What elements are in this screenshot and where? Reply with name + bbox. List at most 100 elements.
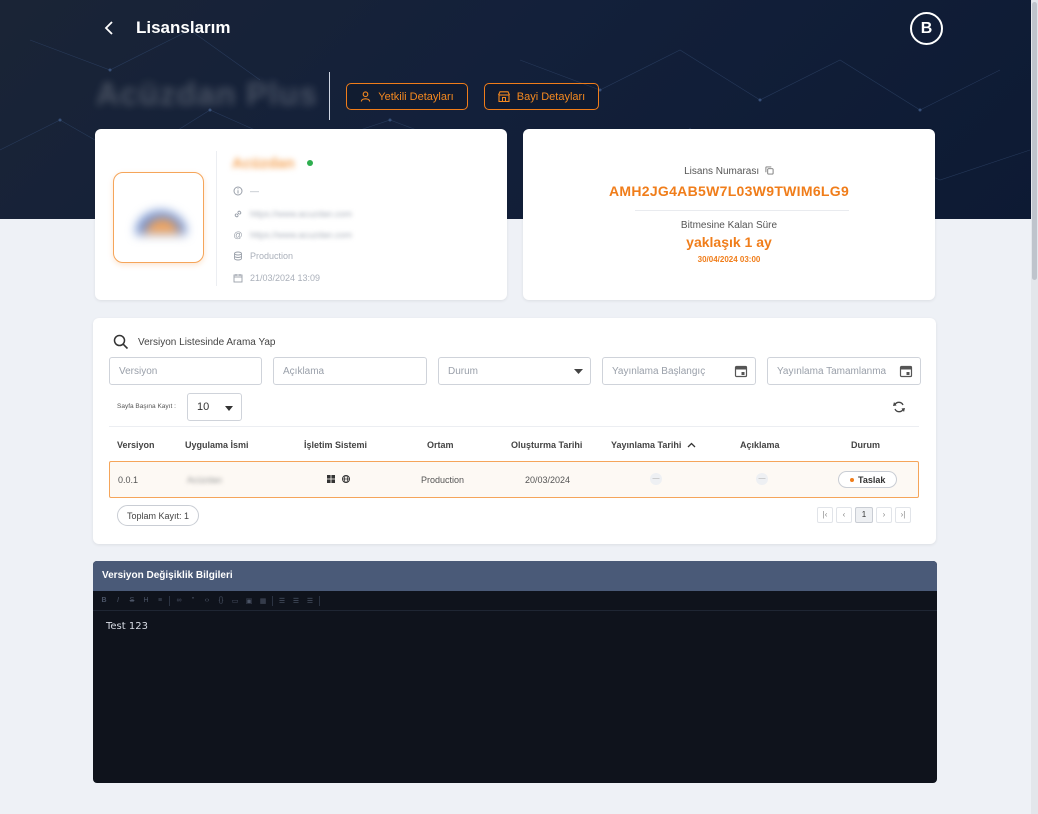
task-list-icon[interactable]: ☰ [305, 597, 315, 605]
info-row-website: https://www.acuzdan.com [233, 209, 352, 219]
chevron-left-icon [104, 21, 113, 35]
divider [635, 210, 849, 211]
search-title-label: Versiyon Listesinde Arama Yap [138, 336, 276, 348]
app-info-card: Acüzdan — https://www.acuzdan.com @ http… [95, 129, 507, 300]
calendar-icon[interactable] [899, 364, 913, 378]
link-icon[interactable]: ∞ [174, 597, 184, 604]
app-description: — [250, 186, 259, 196]
heading-icon[interactable]: H [141, 597, 151, 604]
caret-down-icon [225, 406, 233, 411]
online-status-dot [307, 160, 313, 166]
at-icon: @ [233, 230, 243, 240]
info-row-created: 21/03/2024 13:09 [233, 273, 320, 283]
column-header-status[interactable]: Durum [851, 440, 880, 450]
search-icon [113, 334, 129, 350]
next-page-button[interactable]: › [876, 507, 892, 523]
app-logo-image [136, 210, 186, 235]
column-header-published[interactable]: Yayınlama Tarihi [611, 440, 696, 450]
license-number-label-row: Lisans Numarası [523, 166, 935, 177]
description-search-input[interactable]: Açıklama [273, 357, 427, 385]
publish-start-placeholder: Yayınlama Başlangıç [612, 365, 706, 377]
divider [216, 151, 217, 286]
toolbar-separator [272, 595, 273, 606]
remaining-time-value: yaklaşık 1 ay [686, 234, 772, 250]
app-environment: Production [250, 251, 294, 261]
avatar[interactable]: B [910, 12, 943, 45]
column-header-app-name[interactable]: Uygulama İsmi [185, 440, 249, 450]
store-icon [497, 91, 510, 102]
search-title: Versiyon Listesinde Arama Yap [113, 334, 276, 350]
ordered-list-icon[interactable]: ☰ [291, 597, 301, 605]
italic-icon[interactable]: I [113, 597, 123, 604]
info-row-email: @ https://www.acuzdan.com [233, 230, 352, 240]
app-created-date: 21/03/2024 13:09 [250, 273, 321, 283]
copy-icon[interactable] [765, 166, 774, 175]
info-icon [233, 186, 243, 196]
page-button-current[interactable]: 1 [855, 507, 873, 523]
version-search-input[interactable]: Versiyon [109, 357, 262, 385]
cell-published: — [650, 473, 662, 485]
prev-page-button[interactable]: ‹ [836, 507, 852, 523]
sort-asc-icon [687, 442, 696, 448]
publish-end-input[interactable]: Yayınlama Tamamlanma [767, 357, 921, 385]
cell-version: 0.0.1 [118, 475, 139, 485]
toolbar-separator [319, 595, 320, 606]
app-info-name: Acüzdan [232, 155, 295, 172]
comment-icon[interactable]: ▭ [230, 597, 240, 605]
per-page-select[interactable]: 10 [187, 393, 242, 421]
status-select-label: Durum [448, 365, 479, 377]
status-dot [850, 477, 854, 482]
refresh-icon[interactable] [893, 400, 905, 414]
image-icon[interactable]: ▣ [244, 597, 254, 605]
strikethrough-icon[interactable]: S [127, 597, 137, 604]
first-page-button[interactable]: |‹ [817, 507, 833, 523]
column-header-published-label: Yayınlama Tarihi [611, 440, 682, 450]
cell-os [327, 475, 350, 485]
table-header: Versiyon Uygulama İsmi İşletim Sistemi O… [109, 426, 919, 462]
authorized-details-button[interactable]: Yetkili Detayları [346, 83, 468, 110]
table-icon[interactable]: ▦ [258, 597, 268, 605]
pagination: |‹ ‹ 1 › ›| [817, 507, 911, 523]
cell-description: — [756, 473, 768, 485]
bold-icon[interactable]: B [99, 597, 109, 604]
scrollbar-thumb[interactable] [1032, 2, 1037, 280]
remaining-time-label: Bitmesine Kalan Süre [680, 220, 778, 231]
quote-icon[interactable]: " [188, 597, 198, 604]
code-icon[interactable]: ‹› [202, 597, 212, 604]
last-page-button[interactable]: ›| [895, 507, 911, 523]
dealer-details-button[interactable]: Bayi Detayları [484, 83, 599, 110]
total-records-badge: Toplam Kayıt: 1 [117, 505, 200, 526]
windows-icon [327, 475, 335, 483]
authorized-details-label: Yetkili Detayları [378, 90, 454, 103]
column-header-os[interactable]: İşletim Sistemi [304, 440, 367, 450]
paragraph-icon[interactable]: ≡ [155, 597, 165, 604]
column-header-environment[interactable]: Ortam [427, 440, 454, 450]
editor-title: Versiyon Değişiklik Bilgileri [93, 561, 937, 591]
info-row-environment: Production [233, 251, 293, 261]
version-list-card: Versiyon Listesinde Arama Yap Versiyon A… [93, 318, 936, 544]
user-icon [361, 91, 371, 102]
publish-end-placeholder: Yayınlama Tamamlanma [777, 365, 887, 377]
app-logo [113, 172, 204, 263]
bullet-list-icon[interactable]: ☰ [277, 597, 287, 605]
status-select[interactable]: Durum [438, 357, 591, 385]
publish-start-input[interactable]: Yayınlama Başlangıç [602, 357, 756, 385]
table-row[interactable]: 0.0.1 Acüzdan Production 20/03/2024 — — … [109, 461, 919, 498]
column-header-created[interactable]: Oluşturma Tarihi [511, 440, 582, 450]
column-header-description[interactable]: Açıklama [740, 440, 780, 450]
editor-toolbar: B I S H ≡ ∞ " ‹› {} ▭ ▣ ▦ ☰ ☰ ☰ [93, 591, 937, 611]
expiry-date: 30/04/2024 03:00 [697, 255, 761, 264]
app-website: https://www.acuzdan.com [250, 209, 353, 219]
calendar-icon[interactable] [734, 364, 748, 378]
globe-icon [341, 475, 350, 483]
editor-content[interactable]: Test 123 [93, 611, 937, 642]
column-header-version[interactable]: Versiyon [117, 440, 155, 450]
back-button[interactable] [98, 16, 120, 40]
status-badge: Taslak [838, 471, 898, 488]
code-block-icon[interactable]: {} [216, 597, 226, 604]
license-card: Lisans Numarası AMH2JG4AB5W7L03W9TWIM6LG… [523, 129, 935, 300]
divider [329, 72, 330, 120]
license-number: AMH2JG4AB5W7L03W9TWIM6LG9 [608, 183, 850, 199]
calendar-icon [233, 274, 243, 283]
cell-environment: Production [421, 475, 465, 485]
